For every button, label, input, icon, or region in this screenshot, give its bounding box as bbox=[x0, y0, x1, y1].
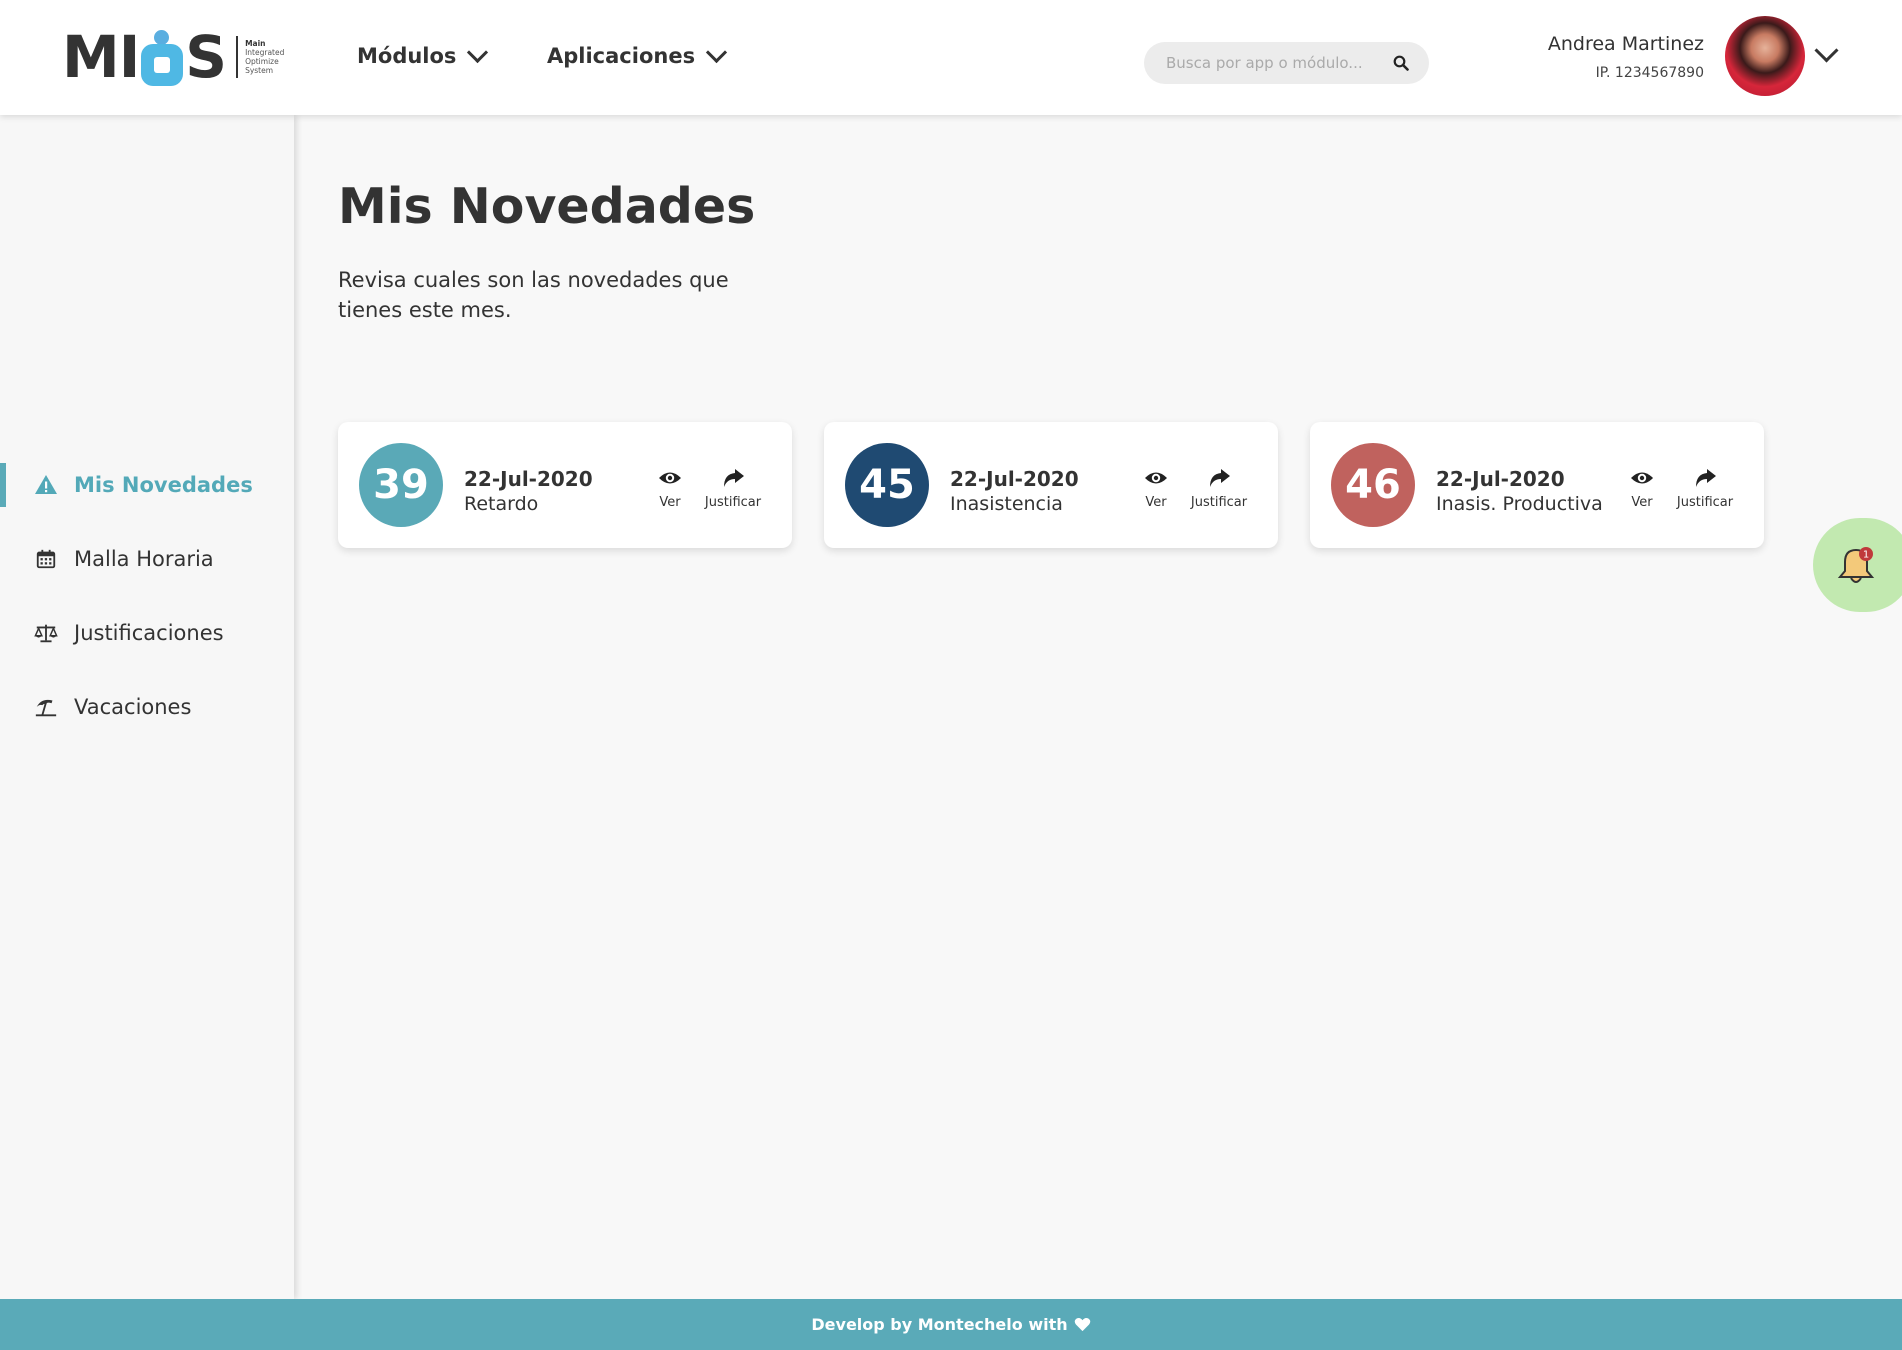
footer-text: Develop by Montechelo with bbox=[811, 1315, 1068, 1334]
user-menu-chevron-icon[interactable] bbox=[1814, 38, 1839, 63]
nav-aplicaciones[interactable]: Aplicaciones bbox=[547, 41, 728, 68]
justify-button-label: Justificar bbox=[1676, 495, 1734, 510]
notification-button[interactable]: 1 bbox=[1813, 518, 1902, 612]
sidebar-item-label: Justificaciones bbox=[74, 621, 224, 645]
share-arrow-icon bbox=[1210, 469, 1230, 487]
novedad-type: Inasis. Productiva bbox=[1436, 493, 1603, 515]
view-button[interactable]: Ver bbox=[1612, 468, 1672, 510]
calendar-icon bbox=[34, 547, 58, 571]
beach-umbrella-icon bbox=[34, 695, 58, 719]
novedad-number-badge: 45 bbox=[845, 443, 929, 527]
nav-modulos-label: Módulos bbox=[357, 44, 457, 68]
heart-icon bbox=[1074, 1317, 1090, 1332]
sidebar-item-label: Vacaciones bbox=[74, 695, 192, 719]
view-button-label: Ver bbox=[1145, 495, 1167, 510]
share-arrow-icon bbox=[724, 469, 744, 487]
view-button[interactable]: Ver bbox=[1126, 468, 1186, 510]
warning-icon bbox=[34, 473, 58, 497]
view-button-label: Ver bbox=[659, 495, 681, 510]
eye-icon bbox=[1631, 472, 1653, 484]
search-icon[interactable] bbox=[1393, 55, 1409, 71]
share-arrow-icon bbox=[1696, 469, 1716, 487]
sidebar-item-malla-horaria[interactable]: Malla Horaria bbox=[0, 537, 294, 581]
justify-button[interactable]: Justificar bbox=[1189, 468, 1249, 510]
notification-count: 1 bbox=[1863, 550, 1869, 561]
novedad-number-badge: 46 bbox=[1331, 443, 1415, 527]
novedad-type: Inasistencia bbox=[950, 493, 1063, 515]
logo-jar-icon bbox=[141, 30, 184, 86]
view-button-label: Ver bbox=[1631, 495, 1653, 510]
novedad-date: 22-Jul-2020 bbox=[1436, 467, 1565, 491]
logo-wordmark: MI S bbox=[62, 23, 227, 91]
justify-button-label: Justificar bbox=[704, 495, 762, 510]
nav-modulos[interactable]: Módulos bbox=[357, 41, 489, 68]
chevron-down-icon bbox=[705, 41, 728, 63]
user-name: Andrea Martinez bbox=[1547, 33, 1704, 55]
justify-button-label: Justificar bbox=[1190, 495, 1248, 510]
sidebar-item-mis-novedades[interactable]: Mis Novedades bbox=[0, 463, 294, 507]
user-ip: IP. 1234567890 bbox=[1595, 65, 1704, 81]
justify-button[interactable]: Justificar bbox=[1675, 468, 1735, 510]
novedad-date: 22-Jul-2020 bbox=[950, 467, 1079, 491]
novedad-card: 46 22-Jul-2020 Inasis. Productiva Ver Ju… bbox=[1310, 422, 1764, 548]
scale-icon bbox=[34, 621, 58, 645]
chevron-down-icon bbox=[467, 41, 489, 63]
sidebar-item-vacaciones[interactable]: Vacaciones bbox=[0, 685, 294, 729]
user-info: Andrea Martinez IP. 1234567890 bbox=[1548, 33, 1704, 81]
novedad-number-badge: 39 bbox=[359, 443, 443, 527]
sidebar-item-justificaciones[interactable]: Justificaciones bbox=[0, 611, 294, 655]
page-title: Mis Novedades bbox=[338, 178, 756, 235]
view-button[interactable]: Ver bbox=[640, 468, 700, 510]
page-description: Revisa cuales son las novedades que tien… bbox=[338, 268, 729, 322]
novedad-date: 22-Jul-2020 bbox=[464, 467, 593, 491]
sidebar-item-label: Malla Horaria bbox=[74, 547, 214, 571]
search-input[interactable] bbox=[1164, 53, 1393, 73]
novedad-card: 45 22-Jul-2020 Inasistencia Ver Justific… bbox=[824, 422, 1278, 548]
bell-icon: 1 bbox=[1837, 547, 1875, 583]
sidebar: Mis Novedades Malla Horaria Justificacio… bbox=[0, 115, 294, 1299]
novedad-card: 39 22-Jul-2020 Retardo Ver Justificar bbox=[338, 422, 792, 548]
user-avatar[interactable] bbox=[1725, 16, 1805, 96]
top-header: MI S Main Integrated Optimize System Mód… bbox=[0, 0, 1902, 115]
nav-aplicaciones-label: Aplicaciones bbox=[547, 44, 696, 68]
sidebar-item-label: Mis Novedades bbox=[74, 473, 253, 497]
justify-button[interactable]: Justificar bbox=[703, 468, 763, 510]
footer: Develop by Montechelo with bbox=[0, 1299, 1902, 1350]
logo-divider bbox=[236, 36, 239, 78]
eye-icon bbox=[1145, 472, 1167, 484]
mios-logo[interactable]: MI S Main Integrated Optimize System bbox=[62, 25, 284, 89]
eye-icon bbox=[659, 472, 681, 484]
logo-subtitle: Main Integrated Optimize System bbox=[245, 39, 285, 75]
search-bar bbox=[1144, 42, 1429, 84]
novedad-type: Retardo bbox=[464, 493, 539, 515]
